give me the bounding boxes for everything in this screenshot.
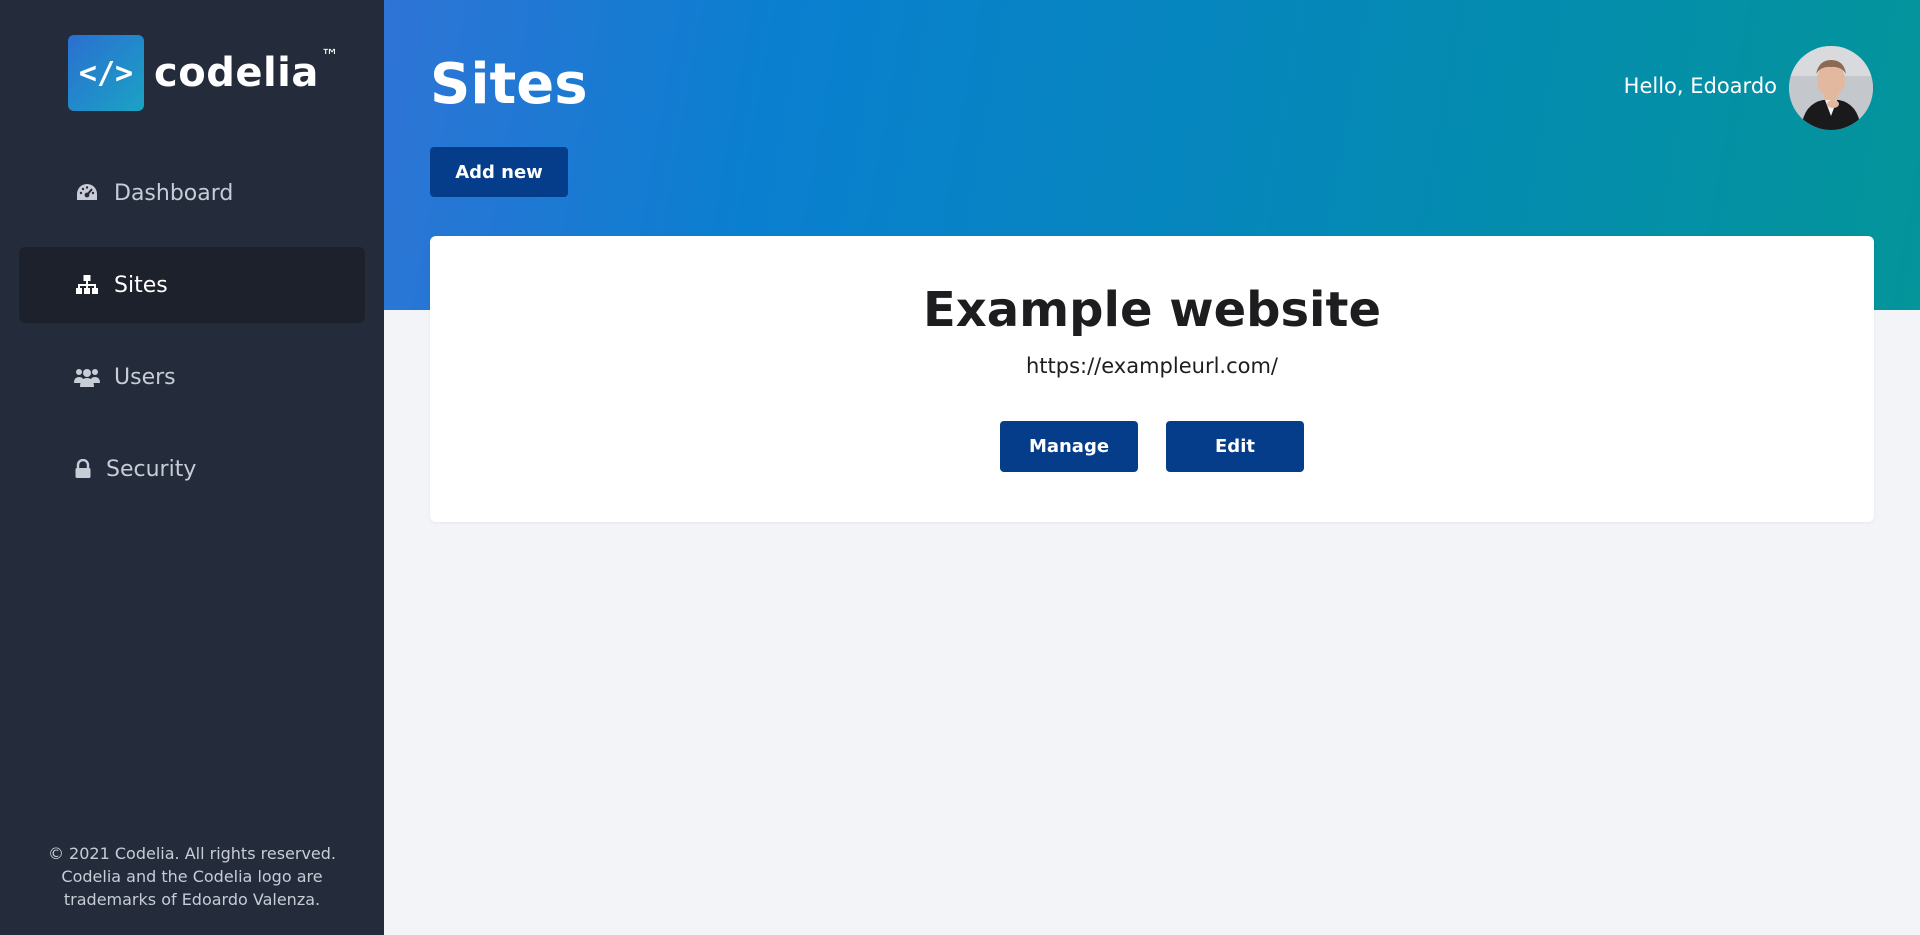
footer-trademark-line2: trademarks of Edoardo Valenza. [63, 890, 321, 909]
sidebar-item-security[interactable]: Security [19, 431, 365, 507]
dashboard-gauge-icon [74, 180, 100, 206]
sidebar-nav: Dashboard Sites Users Security [19, 155, 365, 523]
avatar-portrait-icon [1789, 46, 1873, 130]
edit-button[interactable]: Edit [1166, 421, 1304, 472]
site-card: Example website https://exampleurl.com/ … [430, 236, 1874, 522]
sitemap-icon [74, 272, 100, 298]
lock-icon [74, 456, 92, 482]
sidebar-footer: © 2021 Codelia. All rights reserved. Cod… [0, 842, 384, 911]
brand-name-text: codelia [154, 50, 319, 96]
brand-name: codelia ™ [154, 46, 339, 96]
trademark-symbol: ™ [320, 46, 340, 67]
sidebar-item-label: Sites [114, 272, 168, 298]
site-card-actions: Manage Edit [430, 421, 1874, 472]
site-title: Example website [922, 282, 1381, 338]
code-brackets-logo-icon: </> [68, 35, 144, 111]
brand-logo[interactable]: </> codelia ™ [68, 35, 339, 111]
sidebar-item-label: Dashboard [114, 180, 234, 206]
footer-trademark-line1: Codelia and the Codelia logo are [61, 867, 323, 886]
site-url: https://exampleurl.com/ [1025, 354, 1279, 378]
page-title: Sites [430, 52, 588, 117]
user-greeting: Hello, Edoardo [1623, 74, 1777, 98]
sidebar-item-label: Users [114, 364, 176, 390]
sidebar: </> codelia ™ Dashboard Sites Users Secu… [0, 0, 384, 935]
footer-copyright: © 2021 Codelia. All rights reserved. [47, 844, 337, 863]
sidebar-item-sites[interactable]: Sites [19, 247, 365, 323]
manage-button[interactable]: Manage [1000, 421, 1138, 472]
avatar[interactable] [1789, 46, 1873, 130]
sidebar-item-users[interactable]: Users [19, 339, 365, 415]
add-new-button[interactable]: Add new [430, 147, 568, 197]
users-icon [74, 364, 100, 390]
sidebar-item-dashboard[interactable]: Dashboard [19, 155, 365, 231]
sidebar-item-label: Security [106, 456, 197, 482]
